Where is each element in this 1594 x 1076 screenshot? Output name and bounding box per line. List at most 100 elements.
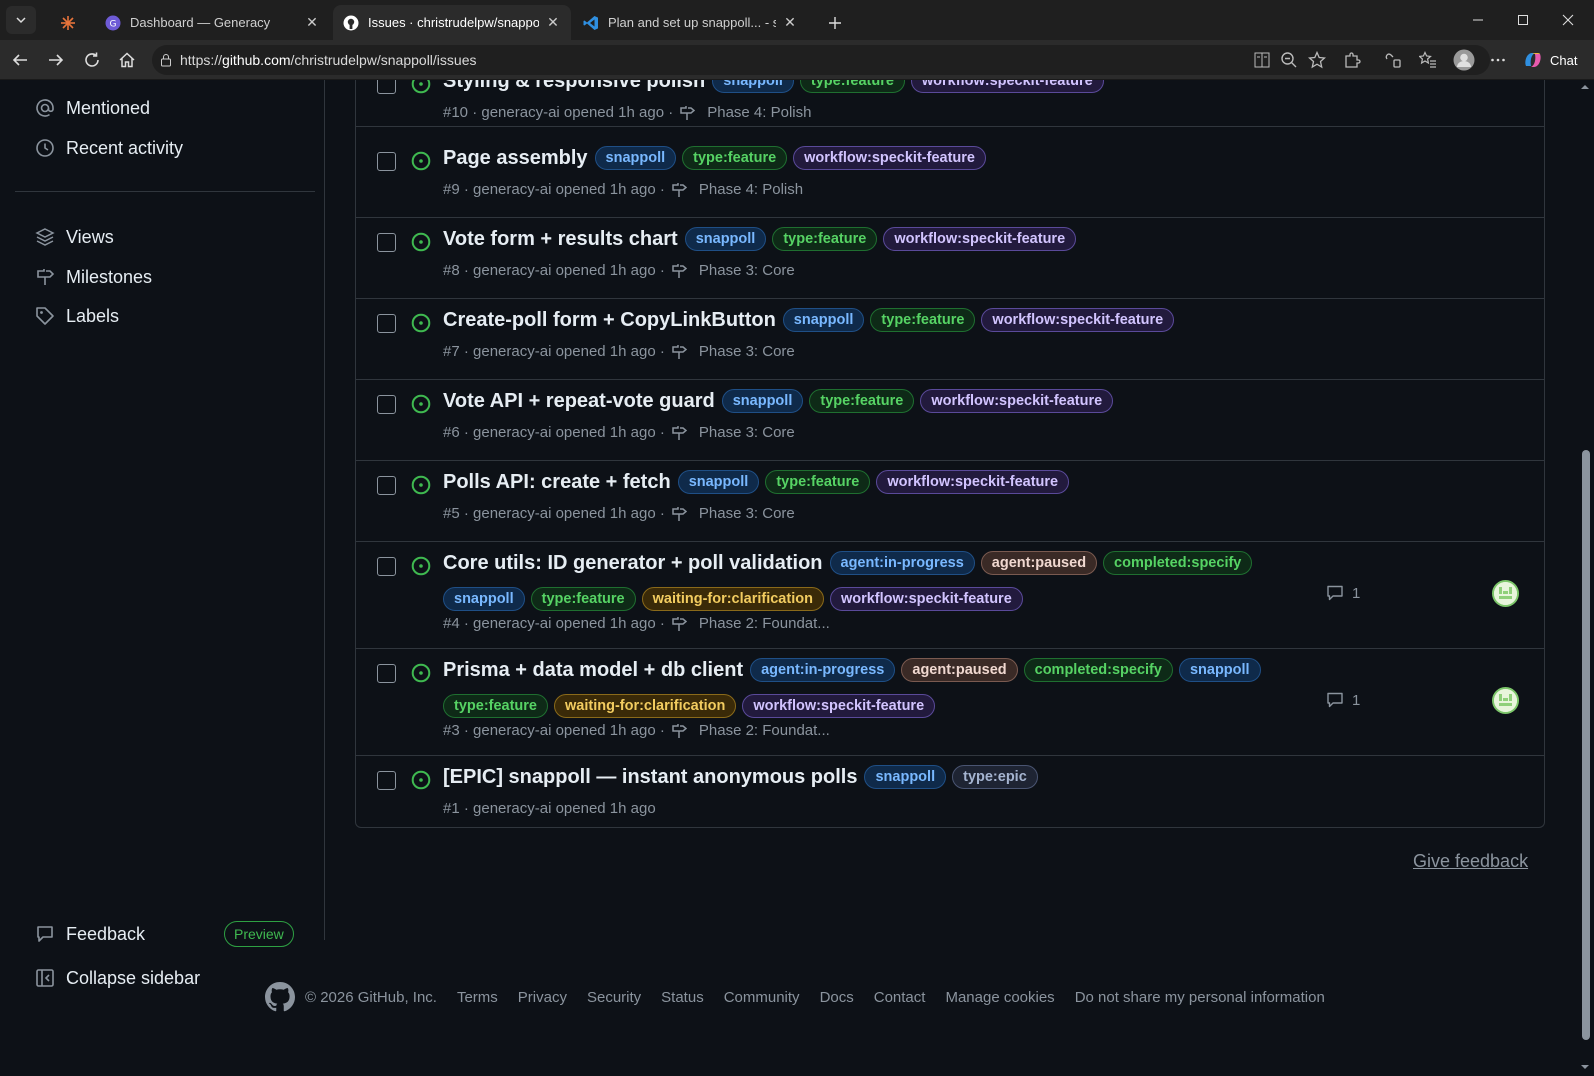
reading-view-button[interactable] xyxy=(1252,50,1272,70)
issue-milestone-link[interactable]: Phase 3: Core xyxy=(671,343,795,360)
issue-milestone-link[interactable]: Phase 3: Core xyxy=(671,424,795,441)
page-scrollbar[interactable] xyxy=(1578,80,1590,1076)
scrollbar-thumb[interactable] xyxy=(1582,450,1590,1040)
issue-label[interactable]: agent:paused xyxy=(980,551,1098,575)
issue-label[interactable]: workflow:speckit-feature xyxy=(742,694,936,718)
issue-row[interactable]: Vote API + repeat-vote guard snappoll type… xyxy=(356,380,1544,461)
tab-issues[interactable]: Issues · christrudelpw/snappoll ✕ xyxy=(333,5,571,40)
issue-author-link[interactable]: generacy-ai xyxy=(473,181,551,198)
footer-link[interactable]: Privacy xyxy=(518,989,567,1006)
sidebar-item-labels[interactable]: Labels xyxy=(35,300,119,332)
footer-link[interactable]: Security xyxy=(587,989,641,1006)
zoom-button[interactable] xyxy=(1279,50,1299,70)
back-button[interactable] xyxy=(8,48,32,72)
issue-label[interactable]: snappoll xyxy=(782,308,865,332)
issue-label[interactable]: snappoll xyxy=(594,146,677,170)
issue-label[interactable]: agent:in-progress xyxy=(750,658,896,682)
issue-label[interactable]: completed:specify xyxy=(1103,551,1253,575)
issue-row[interactable]: Vote form + results chart snappoll type:fe… xyxy=(356,218,1544,299)
close-tab-icon[interactable]: ✕ xyxy=(545,14,561,31)
issue-milestone-link[interactable]: Phase 3: Core xyxy=(671,505,795,522)
issue-comments-link[interactable]: 1 xyxy=(1326,584,1360,602)
issue-title-link[interactable]: Vote form + results chart xyxy=(443,228,678,251)
issue-milestone-link[interactable]: Phase 3: Core xyxy=(671,262,795,279)
issue-label[interactable]: snappoll xyxy=(712,80,794,93)
issue-label[interactable]: waiting-for:clarification xyxy=(554,694,737,718)
footer-link[interactable]: Docs xyxy=(820,989,854,1006)
issue-label[interactable]: snappoll xyxy=(864,765,947,789)
scroll-up-icon[interactable] xyxy=(1579,82,1591,92)
issue-row[interactable]: [EPIC] snappoll — instant anonymous poll… xyxy=(356,756,1544,838)
issue-label[interactable]: workflow:speckit-feature xyxy=(920,389,1114,413)
sidebar-item-recent-activity[interactable]: Recent activity xyxy=(35,132,183,164)
close-tab-icon[interactable]: ✕ xyxy=(782,14,798,31)
scroll-down-icon[interactable] xyxy=(1579,1062,1591,1072)
minimize-button[interactable] xyxy=(1455,0,1501,40)
issue-label[interactable]: waiting-for:clarification xyxy=(641,587,824,611)
issue-author-link[interactable]: generacy-ai xyxy=(473,615,551,632)
issue-label[interactable]: type:feature xyxy=(765,470,871,494)
issue-checkbox[interactable] xyxy=(377,80,396,94)
more-menu-button[interactable] xyxy=(1488,50,1508,70)
issue-label[interactable]: workflow:speckit-feature xyxy=(829,587,1023,611)
issue-label[interactable]: snappoll xyxy=(677,470,760,494)
issue-label[interactable]: workflow:speckit-feature xyxy=(883,227,1077,251)
issue-row[interactable]: Prisma + data model + db client agent:in-… xyxy=(356,649,1544,756)
github-logo-icon[interactable] xyxy=(265,982,295,1012)
give-feedback-link[interactable]: Give feedback xyxy=(1413,851,1528,872)
issue-author-link[interactable]: generacy-ai xyxy=(473,722,551,739)
issue-title-link[interactable]: Polls API: create + fetch xyxy=(443,471,671,494)
issue-label[interactable]: type:feature xyxy=(682,146,788,170)
issue-title-link[interactable]: Vote API + repeat-vote guard xyxy=(443,390,715,413)
issue-author-link[interactable]: generacy-ai xyxy=(473,800,551,817)
tab-vscode[interactable]: Plan and set up snappoll... - snapp ✕ xyxy=(573,5,808,40)
issue-checkbox[interactable] xyxy=(377,314,396,333)
issue-checkbox[interactable] xyxy=(377,152,396,171)
issue-row[interactable]: Create-poll form + CopyLinkButton snappol… xyxy=(356,299,1544,380)
profile-button[interactable] xyxy=(1452,48,1476,72)
issue-label[interactable]: workflow:speckit-feature xyxy=(981,308,1175,332)
issue-label[interactable]: workflow:speckit-feature xyxy=(793,146,986,170)
issue-label[interactable]: agent:paused xyxy=(901,658,1018,682)
issue-row[interactable]: Page assembly snappoll type:feature workflo… xyxy=(356,137,1544,218)
issue-milestone-link[interactable]: Phase 4: Polish xyxy=(671,181,803,198)
issue-milestone-link[interactable]: Phase 2: Foundat... xyxy=(671,615,830,632)
issue-checkbox[interactable] xyxy=(377,557,396,576)
footer-link[interactable]: Do not share my personal information xyxy=(1075,989,1325,1006)
assignee-avatar[interactable] xyxy=(1492,687,1519,714)
issue-milestone-link[interactable]: Phase 2: Foundat... xyxy=(671,722,830,739)
issue-author-link[interactable]: generacy-ai xyxy=(473,262,551,279)
browser-essentials-button[interactable] xyxy=(1383,50,1403,70)
issue-label[interactable]: type:feature xyxy=(772,227,878,251)
footer-link[interactable]: Terms xyxy=(457,989,498,1006)
issue-milestone-link[interactable]: Phase 4: Polish xyxy=(679,104,811,121)
issue-label[interactable]: type:feature xyxy=(443,694,548,718)
tab-dashboard[interactable]: G Dashboard — Generacy ✕ xyxy=(95,5,330,40)
issue-row[interactable]: Polls API: create + fetch snappoll type:fe… xyxy=(356,461,1544,542)
issue-title-link[interactable]: Create-poll form + CopyLinkButton xyxy=(443,309,776,332)
issue-row[interactable]: Core utils: ID generator + poll validati… xyxy=(356,542,1544,649)
forward-button[interactable] xyxy=(44,48,68,72)
issue-label[interactable]: type:feature xyxy=(809,389,915,413)
sidebar-item-feedback[interactable]: Feedback xyxy=(35,918,145,950)
tab-generacy-pinned[interactable] xyxy=(50,5,90,40)
new-tab-button[interactable] xyxy=(817,5,853,40)
issue-title-link[interactable]: Prisma + data model + db client xyxy=(443,659,743,682)
issue-checkbox[interactable] xyxy=(377,771,396,790)
issue-label[interactable]: workflow:speckit-feature xyxy=(910,80,1104,93)
issue-label[interactable]: snappoll xyxy=(721,389,804,413)
sidebar-item-milestones[interactable]: Milestones xyxy=(35,261,152,293)
issue-title-link[interactable]: Core utils: ID generator + poll validati… xyxy=(443,552,823,575)
issue-checkbox[interactable] xyxy=(377,476,396,495)
maximize-button[interactable] xyxy=(1500,0,1546,40)
footer-link[interactable]: Status xyxy=(661,989,704,1006)
sidebar-item-views[interactable]: Views xyxy=(35,221,114,253)
issue-label[interactable]: type:feature xyxy=(799,80,905,93)
issue-label[interactable]: type:feature xyxy=(530,587,636,611)
home-button[interactable] xyxy=(115,48,139,72)
issue-comments-link[interactable]: 1 xyxy=(1326,691,1360,709)
footer-link[interactable]: Community xyxy=(724,989,800,1006)
favorite-button[interactable] xyxy=(1307,50,1327,70)
issue-author-link[interactable]: generacy-ai xyxy=(473,424,551,441)
issue-author-link[interactable]: generacy-ai xyxy=(473,343,551,360)
